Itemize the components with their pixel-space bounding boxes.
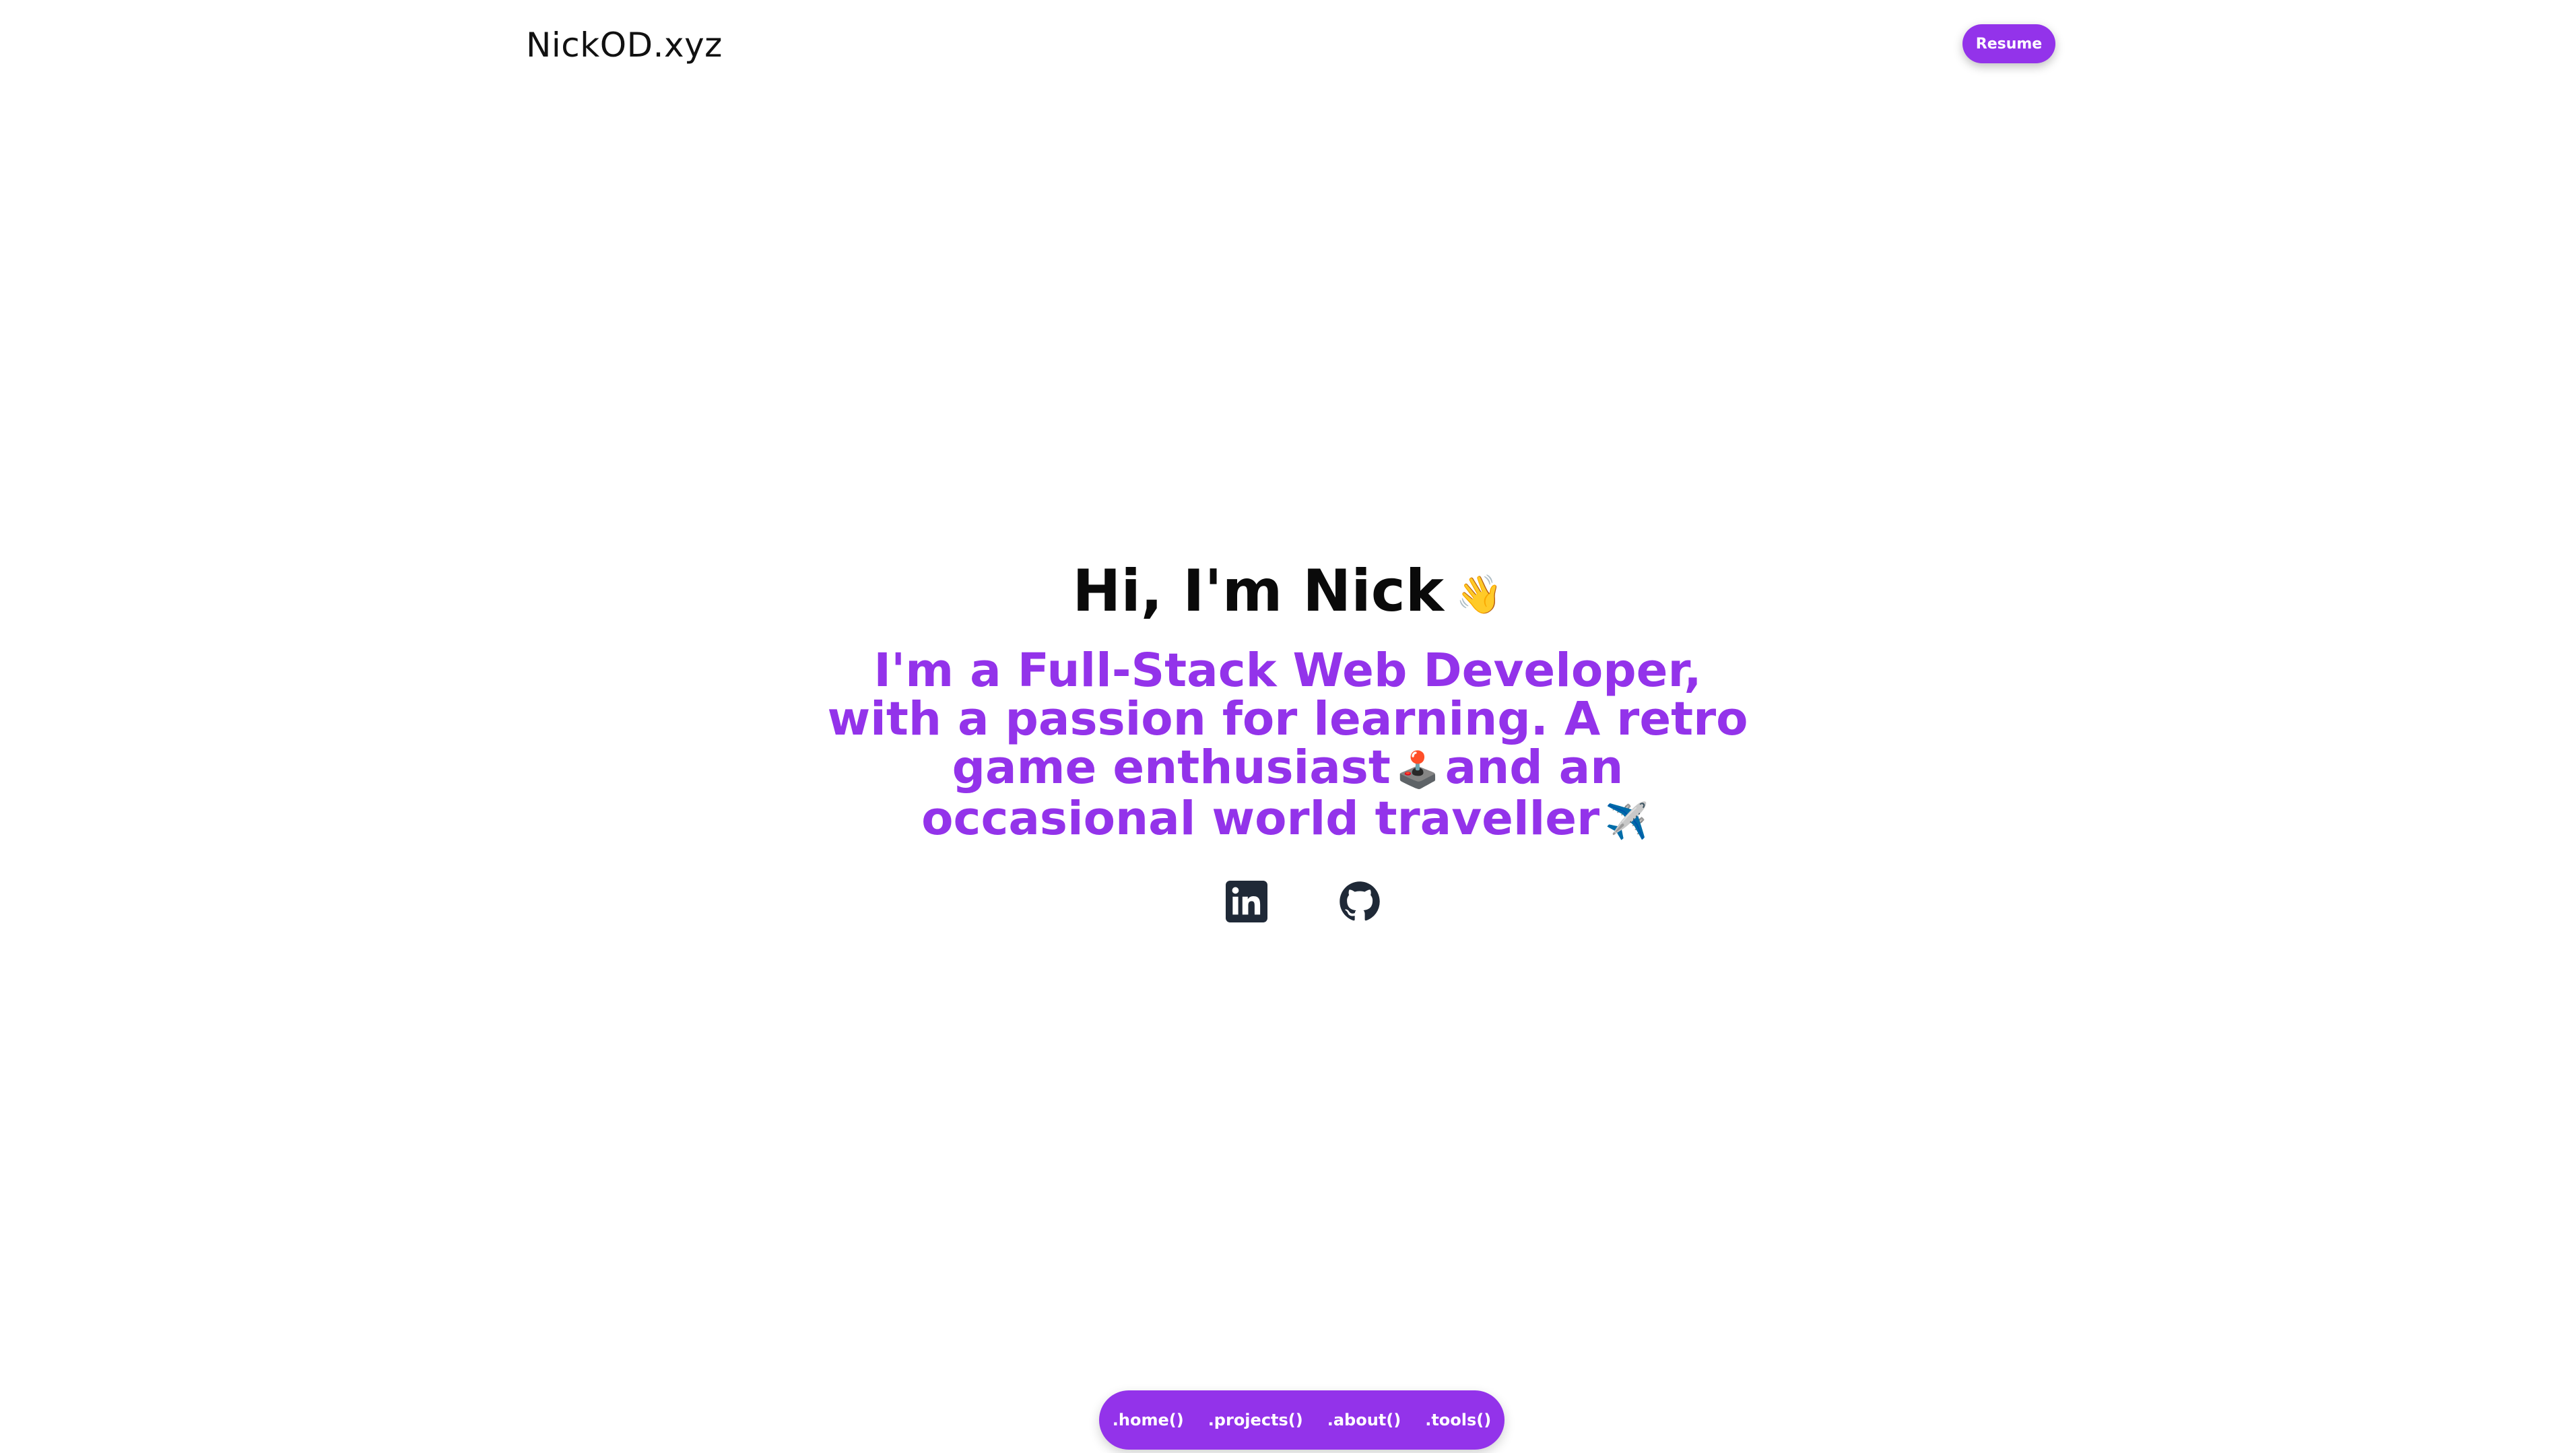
nav-item-about[interactable]: .about()	[1327, 1411, 1401, 1429]
resume-button[interactable]: Resume	[1962, 24, 2055, 63]
hero-section: Hi, I'm Nick 👋 I'm a Full-Stack Web Devel…	[749, 551, 1826, 846]
bottom-nav: .home() .projects() .about() .tools()	[1099, 1390, 1505, 1450]
hero-subtitle: I'm a Full-Stack Web Developer, with a p…	[823, 646, 1752, 846]
nav-item-home[interactable]: .home()	[1113, 1411, 1184, 1429]
joystick-icon: 🕹️	[1395, 749, 1440, 790]
airplane-icon: ✈️	[1605, 801, 1649, 842]
hero-title-text: Hi, I'm Nick	[1072, 557, 1444, 625]
linkedin-icon[interactable]	[1226, 881, 1267, 922]
waving-hand-icon: 👋	[1455, 572, 1503, 617]
site-logo[interactable]: NickOD.xyz	[526, 26, 723, 65]
hero-title: Hi, I'm Nick 👋	[749, 551, 1826, 632]
github-icon[interactable]	[1339, 881, 1381, 922]
nav-item-tools[interactable]: .tools()	[1425, 1411, 1491, 1429]
nav-item-projects[interactable]: .projects()	[1208, 1411, 1303, 1429]
site-header: NickOD.xyz Resume	[526, 20, 2055, 74]
social-links	[1218, 881, 1386, 929]
